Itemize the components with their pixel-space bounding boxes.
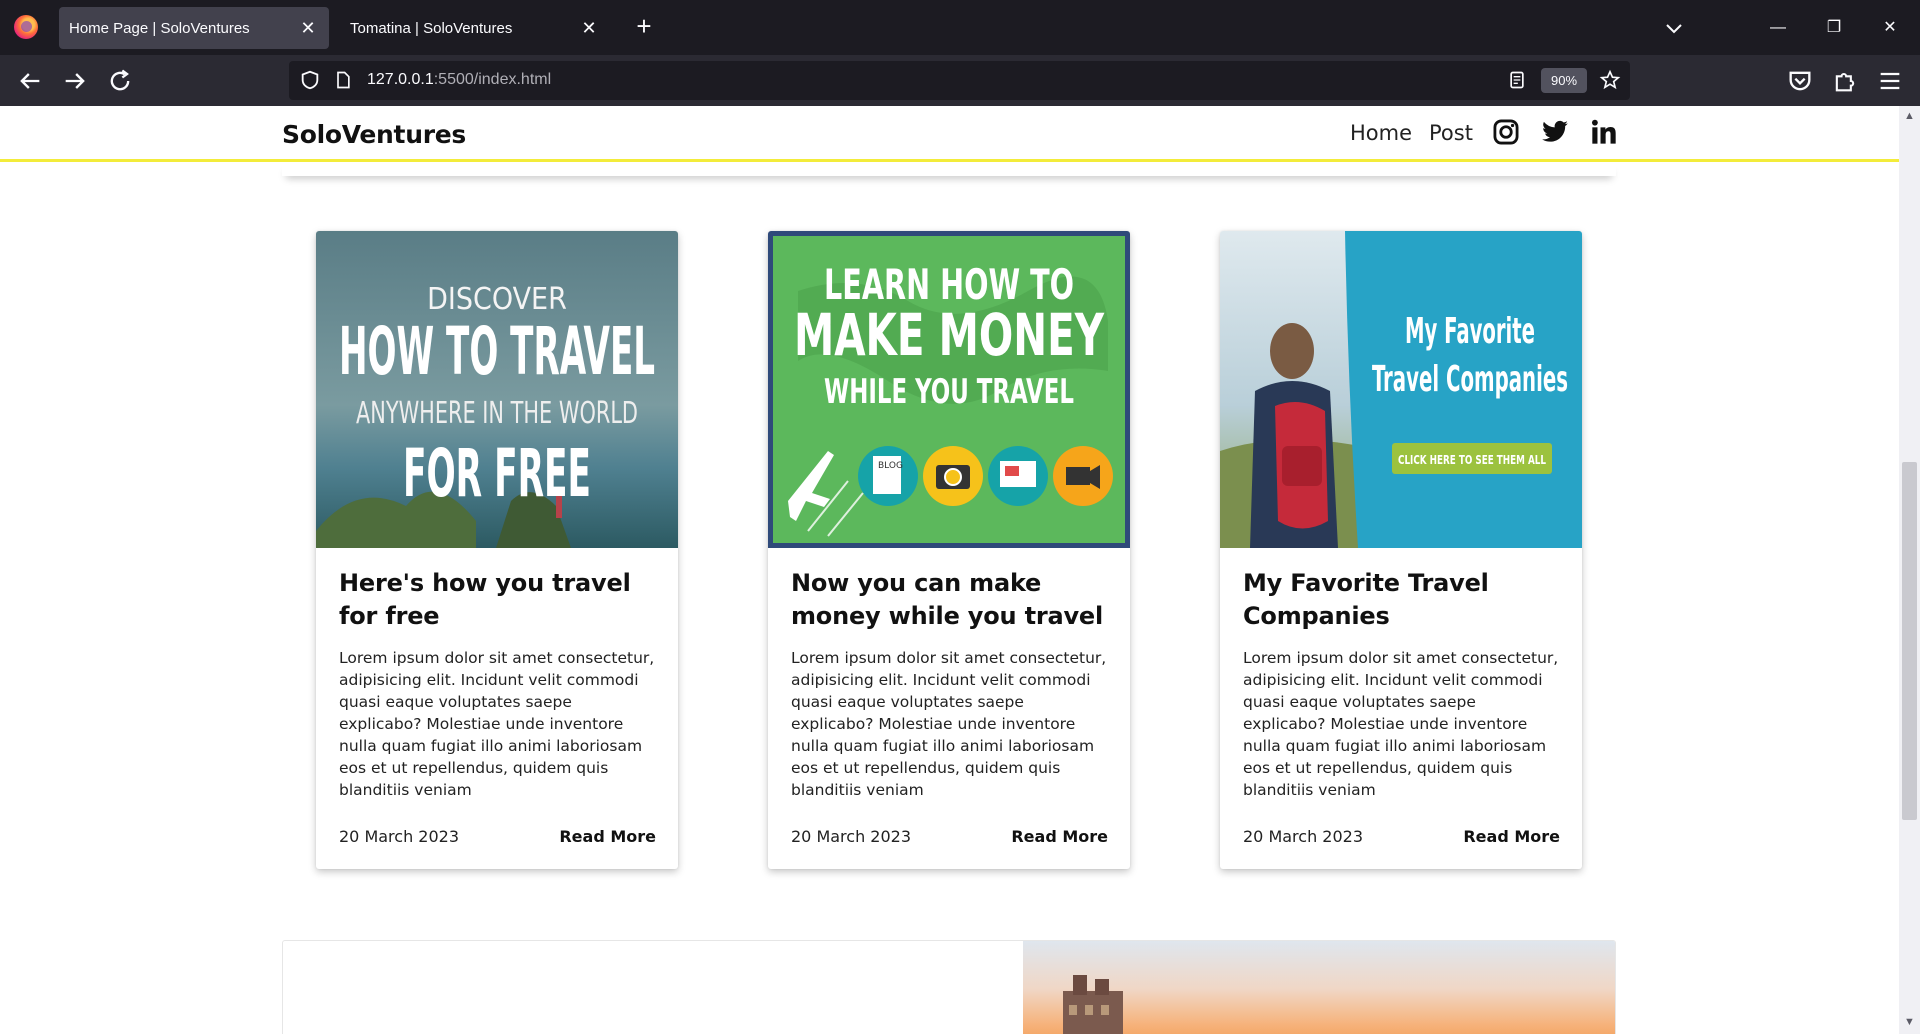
featured-post[interactable] [282, 940, 1616, 1034]
shield-icon[interactable] [299, 69, 321, 91]
browser-tab-bar: Home Page | SoloVentures ✕ Tomatina | So… [0, 0, 1920, 55]
image-text-for-free: FOR FREE [403, 435, 591, 512]
post-date: 20 March 2023 [339, 827, 460, 846]
instagram-icon[interactable] [1492, 118, 1520, 146]
post-date: 20 March 2023 [1243, 827, 1364, 846]
close-window-icon[interactable]: ✕ [1876, 14, 1904, 42]
nav-link-post[interactable]: Post [1429, 121, 1473, 145]
post-card[interactable]: LEARN HOW TO MAKE MONEY WHILE YOU TRAVEL… [768, 231, 1130, 869]
list-all-tabs-icon[interactable] [1662, 16, 1686, 40]
tab-label: Home Page | SoloVentures [69, 19, 250, 37]
reload-icon[interactable] [106, 67, 134, 95]
linkedin-icon[interactable] [1590, 118, 1618, 146]
minimize-icon[interactable]: — [1764, 14, 1792, 42]
post-image-travel-free[interactable]: DISCOVER HOW TO TRAVEL ANYWHERE IN THE W… [316, 231, 678, 548]
site-brand[interactable]: SoloVentures [282, 120, 466, 149]
header-shadow [282, 162, 1616, 176]
scrollbar-thumb[interactable] [1902, 462, 1917, 820]
post-title[interactable]: My Favorite Travel Companies [1243, 567, 1563, 633]
image-text-make-money: MAKE MONEY [794, 301, 1105, 369]
post-excerpt: Lorem ipsum dolor sit amet consectetur, … [791, 649, 1107, 799]
post-image-make-money[interactable]: LEARN HOW TO MAKE MONEY WHILE YOU TRAVEL… [768, 231, 1130, 548]
travel-free-illustration: DISCOVER HOW TO TRAVEL ANYWHERE IN THE W… [316, 231, 678, 548]
tab-close-icon[interactable]: ✕ [578, 17, 600, 39]
post-title[interactable]: Now you can make money while you travel [791, 567, 1111, 633]
post-image-travel-companies[interactable]: My Favorite Travel Companies CLICK HERE … [1220, 231, 1582, 548]
reader-view-icon[interactable] [1507, 70, 1527, 90]
page-info-icon[interactable] [333, 70, 353, 90]
restore-icon[interactable]: ❐ [1820, 14, 1848, 42]
browser-navigation-bar: 127.0.0.1:5500/index.html 90% [0, 55, 1920, 106]
city-sunset-illustration [1063, 975, 1123, 1034]
travel-companies-illustration: My Favorite Travel Companies CLICK HERE … [1220, 231, 1582, 548]
new-tab-icon[interactable]: + [630, 13, 658, 41]
pocket-icon[interactable] [1786, 67, 1814, 95]
post-excerpt: Lorem ipsum dolor sit amet consectetur, … [1243, 649, 1559, 799]
nav-link-home[interactable]: Home [1350, 121, 1412, 145]
post-excerpt: Lorem ipsum dolor sit amet consectetur, … [339, 649, 655, 799]
post-title[interactable]: Here's how you travel for free [339, 567, 659, 633]
featured-post-image[interactable] [1023, 941, 1615, 1034]
site-header: SoloVentures Home Post [0, 106, 1899, 162]
see-them-all-text: CLICK HERE TO SEE THEM ALL [1398, 453, 1546, 467]
post-card[interactable]: DISCOVER HOW TO TRAVEL ANYWHERE IN THE W… [316, 231, 678, 869]
scroll-up-icon[interactable]: ▲ [1903, 110, 1916, 123]
image-text-how-to-travel: HOW TO TRAVEL [339, 313, 655, 390]
post-date: 20 March 2023 [791, 827, 912, 846]
twitter-icon[interactable] [1541, 118, 1569, 146]
tab-home-page[interactable]: Home Page | SoloVentures ✕ [59, 7, 329, 49]
tab-tomatina[interactable]: Tomatina | SoloVentures ✕ [340, 7, 610, 49]
image-text-anywhere: ANYWHERE IN THE WORLD [356, 396, 638, 431]
image-text-discover: DISCOVER [427, 282, 567, 317]
blog-badge-text: BLOG [878, 461, 903, 471]
read-more-link[interactable]: Read More [1011, 827, 1108, 846]
scroll-down-icon[interactable]: ▼ [1903, 1016, 1916, 1029]
page-viewport: SoloVentures Home Post DISCOVER HOW TO T… [0, 106, 1899, 1034]
back-icon[interactable] [16, 67, 44, 95]
image-text-my-favorite: My Favorite [1405, 311, 1535, 352]
tab-close-icon[interactable]: ✕ [297, 17, 319, 39]
image-text-while-travel: WHILE YOU TRAVEL [824, 372, 1074, 412]
menu-icon[interactable] [1876, 67, 1904, 95]
read-more-link[interactable]: Read More [559, 827, 656, 846]
forward-icon[interactable] [61, 67, 89, 95]
url-host: 127.0.0.1 [367, 71, 434, 88]
make-money-illustration: LEARN HOW TO MAKE MONEY WHILE YOU TRAVEL… [768, 231, 1130, 548]
read-more-link[interactable]: Read More [1463, 827, 1560, 846]
url-text[interactable]: 127.0.0.1:5500/index.html [367, 71, 551, 89]
page-scrollbar[interactable]: ▲ ▼ [1899, 106, 1920, 1034]
url-bar[interactable]: 127.0.0.1:5500/index.html 90% [289, 61, 1630, 100]
zoom-level-badge[interactable]: 90% [1541, 68, 1587, 93]
firefox-logo-icon[interactable] [14, 15, 38, 39]
tab-label: Tomatina | SoloVentures [350, 19, 513, 37]
post-card[interactable]: My Favorite Travel Companies CLICK HERE … [1220, 231, 1582, 869]
bookmark-star-icon[interactable] [1599, 69, 1621, 91]
extensions-icon[interactable] [1831, 67, 1859, 95]
image-text-travel-companies: Travel Companies [1372, 359, 1568, 400]
url-path: :5500/index.html [433, 71, 552, 88]
